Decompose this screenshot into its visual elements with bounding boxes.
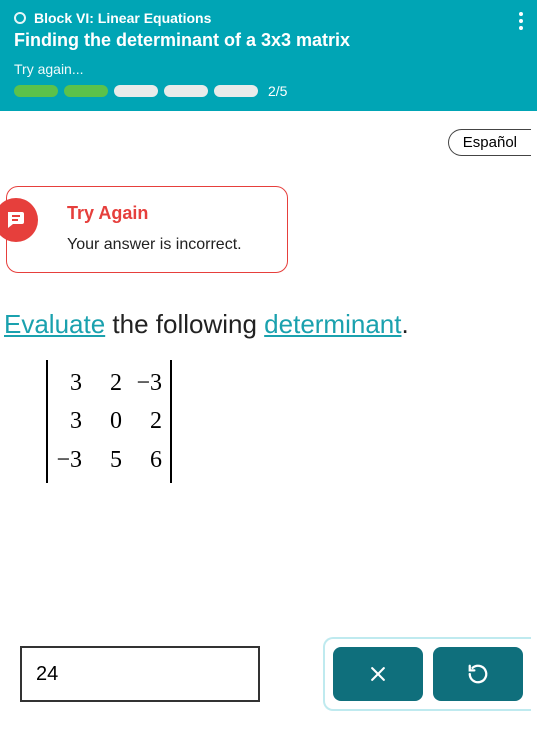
answer-value: 24	[36, 663, 58, 686]
block-label-row: Block VI: Linear Equations	[14, 10, 523, 26]
close-icon	[368, 664, 388, 684]
matrix-row: −3 5 6	[56, 441, 162, 479]
feedback-message: Your answer is incorrect.	[67, 236, 265, 254]
reset-button[interactable]	[433, 647, 523, 701]
matrix-cell: 3	[56, 402, 82, 440]
feedback-callout: Try Again Your answer is incorrect.	[0, 186, 537, 273]
progress-segment	[64, 85, 108, 97]
reset-icon	[467, 663, 489, 685]
block-label: Block VI: Linear Equations	[34, 10, 211, 26]
language-button[interactable]: Español	[448, 129, 531, 156]
progress-count: 2/5	[268, 83, 287, 99]
term-link-determinant[interactable]: determinant	[264, 309, 401, 339]
matrix-cell: 0	[96, 402, 122, 440]
determinant-matrix: 3 2 −3 3 0 2 −3 5 6	[46, 358, 172, 485]
progress-bar: 2/5	[14, 83, 523, 99]
lesson-title: Finding the determinant of a 3x3 matrix	[14, 30, 523, 51]
feedback-title: Try Again	[67, 203, 265, 224]
progress-segment	[214, 85, 258, 97]
action-button-group	[323, 637, 531, 711]
header-status-text: Try again...	[14, 61, 523, 77]
matrix-cell: 6	[136, 441, 162, 479]
prompt-text: the following	[105, 309, 264, 339]
matrix-cell: 2	[136, 402, 162, 440]
answer-input[interactable]: 24	[20, 646, 260, 702]
matrix-cell: 3	[56, 364, 82, 402]
block-status-icon	[14, 12, 26, 24]
matrix-cell: 2	[96, 364, 122, 402]
matrix-cell: −3	[136, 364, 162, 402]
progress-segment	[114, 85, 158, 97]
prompt-tail: .	[401, 309, 408, 339]
progress-segment	[14, 85, 58, 97]
matrix-row: 3 0 2	[56, 402, 162, 440]
matrix-row: 3 2 −3	[56, 364, 162, 402]
kebab-menu-icon[interactable]	[515, 8, 527, 34]
matrix-cell: 5	[96, 441, 122, 479]
question-prompt: Evaluate the following determinant.	[0, 309, 537, 340]
term-link-evaluate[interactable]: Evaluate	[4, 309, 105, 339]
clear-button[interactable]	[333, 647, 423, 701]
lesson-header: Block VI: Linear Equations Finding the d…	[0, 0, 537, 111]
matrix-cell: −3	[56, 441, 82, 479]
progress-segment	[164, 85, 208, 97]
